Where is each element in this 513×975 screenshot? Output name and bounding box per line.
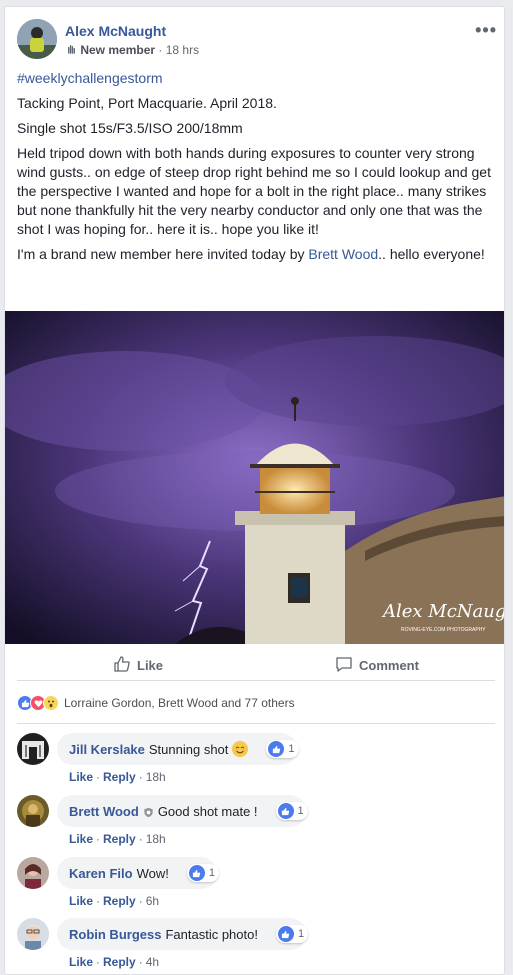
thumbs-up-icon (113, 655, 131, 676)
like-button[interactable]: Like (113, 655, 163, 676)
like-reaction-icon (188, 865, 205, 881)
comment-like-link[interactable]: Like (69, 955, 93, 969)
comment-button[interactable]: Comment (335, 655, 419, 676)
comment-like-link[interactable]: Like (69, 832, 93, 846)
comment-text: Fantastic photo! (165, 926, 258, 942)
commenter-avatar[interactable] (17, 857, 49, 889)
comment-reply-link[interactable]: Reply (103, 894, 136, 908)
comment-bubble: Karen Filo Wow! 1 (57, 857, 219, 889)
comment-item: Jill Kerslake Stunning shot 1 Like · Reply… (17, 733, 497, 789)
comment-text: Wow! (136, 865, 169, 881)
comment-like-count[interactable]: 1 (266, 740, 299, 758)
post-header: Alex McNaught New member · 18 hrs ••• (17, 19, 497, 63)
comment-time[interactable]: 18h (146, 770, 166, 784)
comment-actions: Like · Reply · 18h (69, 770, 166, 784)
comment-time[interactable]: 6h (146, 894, 159, 908)
post-line-intro: I'm a brand new member here invited toda… (17, 246, 485, 262)
comment-text: Good shot mate ! (157, 803, 258, 819)
comment-like-link[interactable]: Like (69, 770, 93, 784)
like-reaction-icon (277, 926, 294, 942)
post-time[interactable]: 18 hrs (166, 43, 199, 57)
comments-divider (17, 723, 495, 724)
post-text: #weeklychallengestorm Tacking Point, Por… (17, 69, 495, 270)
comment-icon (335, 655, 353, 676)
reactions-summary[interactable]: Lorraine Gordon, Brett Wood and 77 other… (17, 693, 295, 713)
comment-like-count[interactable]: 1 (275, 802, 308, 820)
post-line-location: Tacking Point, Port Macquarie. April 201… (17, 95, 277, 111)
comment-actions: Like · Reply · 4h (69, 955, 160, 969)
post-meta: New member · 18 hrs (65, 43, 199, 57)
comment-item: Robin Burgess Fantastic photo! 1 Like · Re… (17, 918, 497, 974)
comment-bubble: Jill Kerslake Stunning shot 1 (57, 733, 299, 765)
comment-bubble: Robin Burgess Fantastic photo! 1 (57, 918, 309, 950)
comment-reply-link[interactable]: Reply (103, 832, 136, 846)
comment-label: Comment (359, 658, 419, 673)
comment-actions: Like · Reply · 6h (69, 894, 160, 908)
comment-time[interactable]: 4h (146, 955, 159, 969)
post-photo[interactable]: Alex McNaught ROVING-EYE.COM PHOTOGRAPHY (5, 311, 505, 644)
author-name[interactable]: Alex McNaught (65, 23, 166, 39)
more-options-icon[interactable]: ••• (475, 21, 497, 39)
comment-actions: Like · Reply · 18h (69, 832, 166, 846)
comment-item: Karen Filo Wow! 1 Like · Reply · 6h (17, 857, 497, 913)
smiley-emoji-icon (232, 741, 249, 757)
reactions-text: Lorraine Gordon, Brett Wood and 77 other… (64, 696, 295, 710)
comment-item: Brett Wood Good shot mate ! 1 Like · Reply… (17, 795, 497, 851)
commenter-avatar[interactable] (17, 918, 49, 950)
comment-bubble: Brett Wood Good shot mate ! 1 (57, 795, 308, 827)
commenter-name[interactable]: Karen Filo (69, 866, 133, 881)
comment-reply-link[interactable]: Reply (103, 955, 136, 969)
hashtag-link[interactable]: #weeklychallengestorm (17, 70, 163, 86)
comment-text: Stunning shot (148, 741, 229, 757)
comment-like-count[interactable]: 1 (186, 864, 219, 882)
commenter-name[interactable]: Jill Kerslake (69, 742, 145, 757)
comment-like-count[interactable]: 1 (275, 925, 309, 943)
mention-link[interactable]: Brett Wood (308, 246, 378, 262)
like-reaction-icon (277, 803, 294, 819)
wow-reaction-icon (43, 695, 59, 711)
photo-signature: Alex McNaught (381, 601, 505, 622)
comment-like-link[interactable]: Like (69, 894, 93, 908)
like-reaction-icon (268, 741, 285, 757)
author-avatar[interactable] (17, 19, 57, 59)
comment-reply-link[interactable]: Reply (103, 770, 136, 784)
post-card: Alex McNaught New member · 18 hrs ••• #w… (4, 6, 505, 975)
photo-credit: ROVING-EYE.COM PHOTOGRAPHY (401, 627, 486, 633)
commenter-name[interactable]: Robin Burgess (69, 927, 161, 942)
wave-icon (65, 43, 77, 57)
member-badge: New member (80, 43, 156, 57)
post-line-story: Held tripod down with both hands during … (17, 145, 491, 237)
post-line-settings: Single shot 15s/F3.5/ISO 200/18mm (17, 120, 243, 136)
commenter-avatar[interactable] (17, 795, 49, 827)
shield-icon (143, 806, 154, 817)
comment-time[interactable]: 18h (146, 832, 166, 846)
post-actions: Like Comment (17, 649, 495, 681)
commenter-name[interactable]: Brett Wood (69, 804, 139, 819)
commenter-avatar[interactable] (17, 733, 49, 765)
like-label: Like (137, 658, 164, 673)
